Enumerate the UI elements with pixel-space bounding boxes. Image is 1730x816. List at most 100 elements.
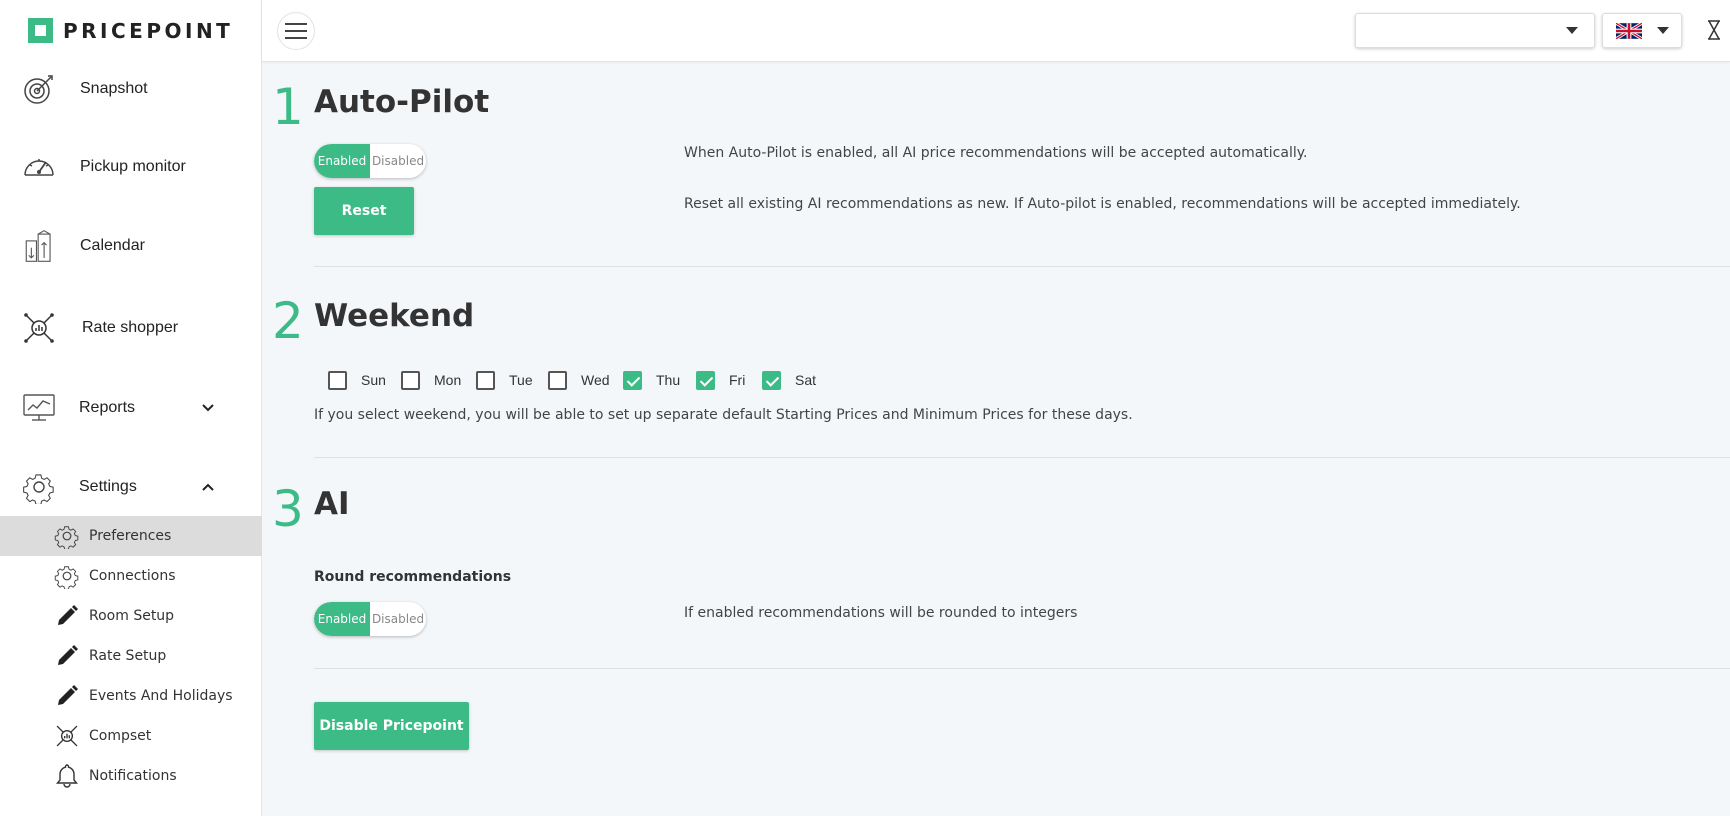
checkbox[interactable] (476, 370, 495, 390)
section-number: 3 (272, 480, 304, 538)
sidebar-subitem-notifications[interactable]: Notifications (0, 756, 262, 796)
day-label: Tue (509, 372, 533, 388)
autopilot-toggle[interactable]: Enabled Disabled (314, 144, 426, 178)
gear-icon (23, 474, 54, 504)
pencil-icon (58, 645, 78, 665)
checkbox-checked[interactable] (696, 370, 715, 390)
pencil-icon (58, 685, 78, 705)
sidebar-subitem-label: Compset (89, 728, 152, 744)
chart-monitor-icon (23, 394, 55, 421)
autopilot-description: When Auto-Pilot is enabled, all AI price… (684, 145, 1308, 161)
section-divider (314, 457, 1730, 458)
calendar-buildings-icon (25, 230, 51, 262)
day-label: Sat (795, 372, 817, 388)
checkbox-checked[interactable] (762, 370, 781, 390)
menu-toggle-button[interactable] (277, 12, 315, 50)
day-checkbox-fri[interactable]: Fri (696, 370, 745, 390)
sidebar-subitem-label: Preferences (89, 528, 172, 544)
sidebar-item-label: Calendar (80, 237, 145, 254)
weekend-description: If you select weekend, you will be able … (314, 407, 1133, 423)
sidebar-subitem-rate-setup[interactable]: Rate Setup (0, 636, 262, 676)
sidebar-item-label: Snapshot (80, 80, 148, 97)
day-checkbox-thu[interactable]: Thu (623, 370, 680, 390)
target-icon (24, 75, 53, 104)
chevron-up-icon[interactable] (200, 479, 216, 495)
section-title-ai: AI (314, 486, 350, 522)
gear-icon (54, 566, 79, 589)
sidebar-item-label: Pickup monitor (80, 158, 186, 175)
day-label: Fri (729, 372, 746, 388)
bell-icon (56, 764, 78, 788)
sidebar-subitem-preferences[interactable]: Preferences (0, 516, 262, 556)
sidebar-item-reports[interactable]: Reports (0, 383, 262, 433)
checkbox[interactable] (548, 370, 567, 390)
sidebar-subitem-label: Events And Holidays (89, 688, 233, 704)
toggle-enabled-option[interactable]: Enabled (314, 144, 370, 178)
language-select[interactable] (1602, 13, 1682, 48)
sidebar-item-calendar[interactable]: Calendar (0, 221, 262, 271)
sidebar: PRICEPOINT Snapshot Pickup monitor Calen… (0, 0, 262, 816)
section-number: 1 (272, 78, 304, 136)
logo-mark-icon (28, 18, 53, 43)
uk-flag-icon (1616, 23, 1642, 39)
chevron-down-icon (1657, 27, 1669, 34)
day-label: Sun (361, 372, 386, 388)
sidebar-subitem-label: Room Setup (89, 608, 175, 624)
sidebar-subitem-compset[interactable]: Compset (0, 716, 262, 756)
sidebar-item-label: Settings (79, 478, 137, 495)
sidebar-subitem-room-setup[interactable]: Room Setup (0, 596, 262, 636)
sidebar-item-label: Reports (79, 399, 136, 416)
gear-icon (54, 526, 79, 549)
sidebar-item-rate-shopper[interactable]: Rate shopper (0, 303, 262, 353)
property-select[interactable] (1355, 13, 1595, 48)
section-divider (314, 668, 1730, 669)
section-divider (314, 266, 1730, 267)
chevron-down-icon[interactable] (200, 400, 216, 416)
hamburger-line (285, 30, 307, 32)
section-number: 2 (272, 292, 304, 350)
sidebar-subitem-label: Rate Setup (89, 648, 167, 664)
round-recommendations-toggle[interactable]: Enabled Disabled (314, 602, 426, 636)
day-checkbox-sun[interactable]: Sun (328, 370, 386, 390)
day-label: Mon (434, 372, 462, 388)
brand-logo[interactable]: PRICEPOINT (28, 18, 233, 43)
round-recommendations-label: Round recommendations (314, 569, 512, 585)
hamburger-line (285, 37, 307, 39)
sidebar-item-settings[interactable]: Settings (0, 462, 262, 512)
checkbox[interactable] (328, 370, 347, 390)
hamburger-line (285, 23, 307, 25)
round-recommendations-description: If enabled recommendations will be round… (684, 605, 1078, 621)
day-checkbox-tue[interactable]: Tue (476, 370, 533, 390)
chevron-down-icon (1566, 27, 1578, 34)
speedometer-icon (24, 159, 54, 176)
sidebar-subitem-label: Connections (89, 568, 176, 584)
brand-name: PRICEPOINT (63, 18, 234, 43)
rate-shopper-icon (56, 725, 78, 747)
sidebar-subitem-events-and-holidays[interactable]: Events And Holidays (0, 676, 262, 716)
reset-description: Reset all existing AI recommendations as… (684, 196, 1521, 212)
sidebar-item-label: Rate shopper (82, 319, 179, 336)
day-checkbox-sat[interactable]: Sat (762, 370, 816, 390)
day-label: Wed (581, 372, 610, 388)
section-title-autopilot: Auto-Pilot (314, 84, 490, 120)
sidebar-item-snapshot[interactable]: Snapshot (0, 64, 262, 114)
toggle-disabled-option[interactable]: Disabled (370, 602, 426, 636)
preferences-content: 1 Auto-Pilot Enabled Disabled When Auto-… (262, 62, 1730, 816)
day-checkbox-mon[interactable]: Mon (401, 370, 461, 390)
rate-shopper-icon (24, 313, 54, 343)
disable-pricepoint-button[interactable]: Disable Pricepoint (314, 702, 469, 750)
topbar (262, 0, 1730, 62)
reset-button[interactable]: Reset (314, 187, 414, 235)
day-label: Thu (656, 372, 681, 388)
checkbox[interactable] (401, 370, 420, 390)
checkbox-checked[interactable] (623, 370, 642, 390)
toggle-disabled-option[interactable]: Disabled (370, 144, 426, 178)
day-checkbox-wed[interactable]: Wed (548, 370, 610, 390)
section-title-weekend: Weekend (314, 298, 475, 334)
toggle-enabled-option[interactable]: Enabled (314, 602, 370, 636)
sidebar-item-pickup-monitor[interactable]: Pickup monitor (0, 142, 262, 192)
sidebar-subitem-connections[interactable]: Connections (0, 556, 262, 596)
sidebar-subitem-label: Notifications (89, 768, 177, 784)
pencil-icon (58, 605, 78, 625)
hourglass-icon (1708, 20, 1720, 40)
